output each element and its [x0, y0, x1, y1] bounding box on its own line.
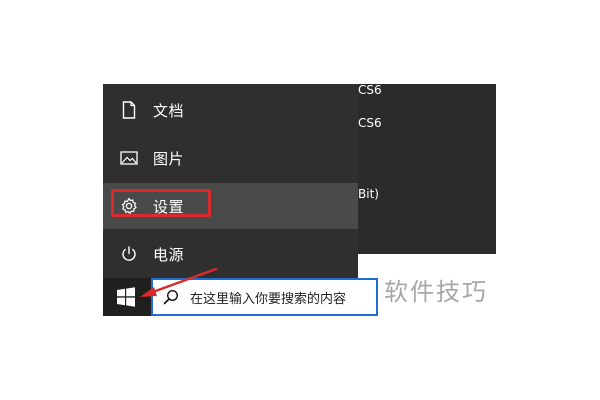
screenshot-page: CS6 CS6 Bit) 文档 图片 设置 电源 在这里输入你要搜索的内容 软件…	[0, 0, 600, 400]
power-icon	[119, 244, 139, 264]
picture-icon	[119, 148, 139, 168]
annotation-arrow	[140, 267, 218, 297]
menu-item-label: 电源	[153, 245, 185, 264]
menu-item-settings[interactable]: 设置	[103, 183, 358, 229]
app-list-item[interactable]: CS6	[358, 83, 382, 97]
watermark-text: 软件技巧	[384, 278, 488, 306]
start-menu: 文档 图片 设置 电源	[103, 84, 358, 278]
start-button[interactable]	[115, 286, 137, 308]
document-icon	[119, 100, 139, 120]
menu-item-label: 文档	[153, 101, 185, 120]
menu-item-label: 图片	[153, 149, 185, 168]
windows-logo-icon	[117, 287, 135, 307]
app-list-item[interactable]: Bit)	[358, 187, 379, 201]
annotation-highlight-box	[111, 189, 211, 217]
menu-item-pictures[interactable]: 图片	[103, 135, 358, 181]
menu-item-documents[interactable]: 文档	[103, 87, 358, 133]
app-list-panel: CS6 CS6 Bit)	[358, 83, 496, 254]
app-list-item[interactable]: CS6	[358, 116, 382, 130]
